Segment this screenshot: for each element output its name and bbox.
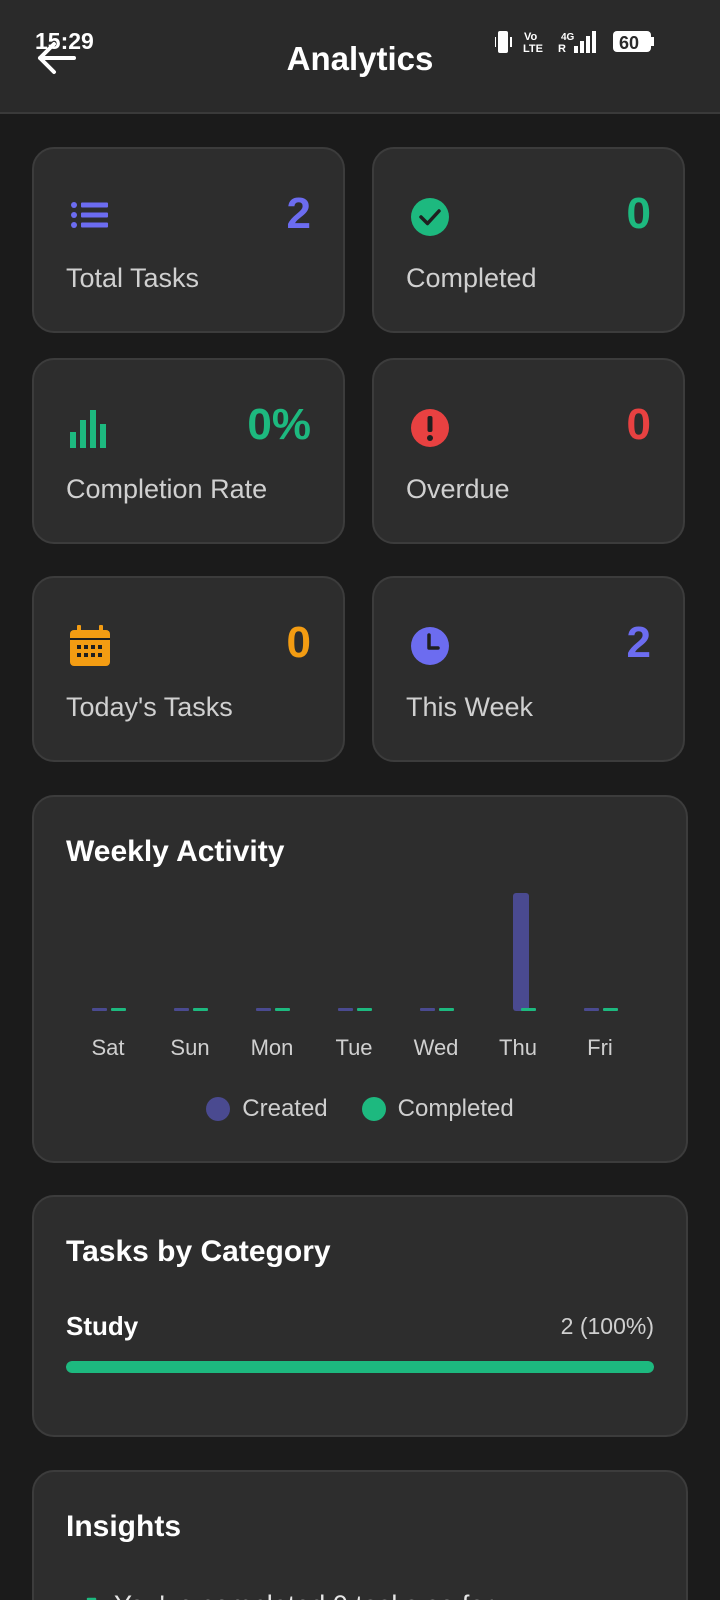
legend-dot-completed	[361, 1097, 386, 1121]
stat-card-completed: 0 Completed	[372, 147, 685, 333]
list-icon	[71, 202, 108, 228]
calendar-icon	[70, 625, 110, 666]
x-tick-label: Sun	[170, 1035, 209, 1060]
stat-value: 2	[286, 189, 311, 238]
stat-value: 0	[626, 189, 651, 238]
bar-created-wed	[420, 1008, 435, 1011]
insight-text: You've completed 0 tasks so far	[114, 1590, 493, 1600]
x-tick-label: Wed	[414, 1035, 459, 1060]
legend-dot-created	[206, 1097, 231, 1121]
battery-icon: 60	[613, 31, 654, 53]
bar-completed-sun	[193, 1008, 208, 1011]
bar-completed-sat	[111, 1008, 126, 1011]
volte-text: Vo	[524, 31, 538, 43]
legend-item-completed: Completed	[361, 1095, 514, 1123]
stat-label: Completed	[406, 263, 537, 293]
bar-completed-fri	[603, 1008, 618, 1011]
stat-label: Today's Tasks	[66, 692, 233, 722]
x-tick-label: Tue	[335, 1035, 372, 1060]
stat-card-completion-rate: 0% Completion Rate	[32, 358, 345, 544]
x-tick-label: Sat	[91, 1035, 124, 1060]
legend-item-created: Created	[206, 1095, 328, 1123]
insights-title: Insights	[66, 1510, 182, 1543]
bar-chart-icon	[70, 410, 106, 448]
stat-label: This Week	[406, 692, 534, 722]
bar-created-tue	[338, 1008, 353, 1011]
category-count: 2 (100%)	[560, 1313, 654, 1339]
category-section-title: Tasks by Category	[66, 1235, 331, 1268]
chart-legend: Created Completed	[34, 1093, 686, 1125]
svg-text:60: 60	[619, 33, 639, 53]
legend-label: Created	[242, 1095, 328, 1122]
category-name: Study	[66, 1311, 139, 1341]
check-circle-icon	[411, 198, 449, 236]
tasks-by-category-card: Tasks by Category Study 2 (100%)	[32, 1195, 688, 1437]
legend-label: Completed	[397, 1095, 514, 1122]
stat-value: 0	[286, 618, 311, 667]
app-bar: 15:29 Analytics Vo LTE 4G R 60	[0, 0, 720, 114]
stat-card-overdue: 0 Overdue	[372, 358, 685, 544]
trending-up-icon	[86, 1597, 97, 1600]
stat-card-total-tasks: 2 Total Tasks	[32, 147, 345, 333]
status-icons: Vo LTE 4G R 60	[495, 31, 654, 55]
bar-completed-tue	[357, 1008, 372, 1011]
bar-created-sun	[174, 1008, 189, 1011]
stat-label: Completion Rate	[66, 474, 268, 504]
bar-created-fri	[584, 1008, 599, 1011]
bar-created-mon	[256, 1008, 271, 1011]
clock-icon	[411, 627, 449, 665]
stat-value: 2	[626, 618, 651, 667]
bar-completed-mon	[275, 1008, 290, 1011]
stat-value: 0	[626, 400, 651, 449]
vibrate-icon	[495, 31, 512, 53]
network-text: 4G	[561, 32, 575, 43]
bar-completed-wed	[439, 1008, 454, 1011]
x-tick-label: Fri	[587, 1035, 613, 1060]
x-tick-label: Thu	[499, 1035, 537, 1060]
svg-text:LTE: LTE	[523, 43, 543, 55]
bar-created-thu	[513, 893, 529, 1011]
signal-icon	[574, 31, 596, 53]
stat-value: 0%	[247, 400, 311, 449]
bar-created-sat	[92, 1008, 107, 1011]
category-progress-track	[66, 1361, 654, 1373]
alert-circle-icon	[411, 409, 449, 447]
x-tick-label: Mon	[251, 1035, 294, 1060]
stat-label: Overdue	[406, 474, 510, 504]
bar-completed-thu	[521, 1008, 536, 1011]
insights-card: Insights You've completed 0 tasks so far	[32, 1470, 688, 1600]
category-progress-fill	[66, 1361, 654, 1373]
stat-card-this-week: 2 This Week	[372, 576, 685, 762]
svg-text:R: R	[558, 43, 566, 55]
stat-label: Total Tasks	[66, 263, 200, 293]
weekly-activity-card: Weekly Activity Sat Sun Mon Tue Wed Thu Fri Cr…	[32, 795, 688, 1163]
stat-card-todays-tasks: 0 Today's Tasks	[32, 576, 345, 762]
